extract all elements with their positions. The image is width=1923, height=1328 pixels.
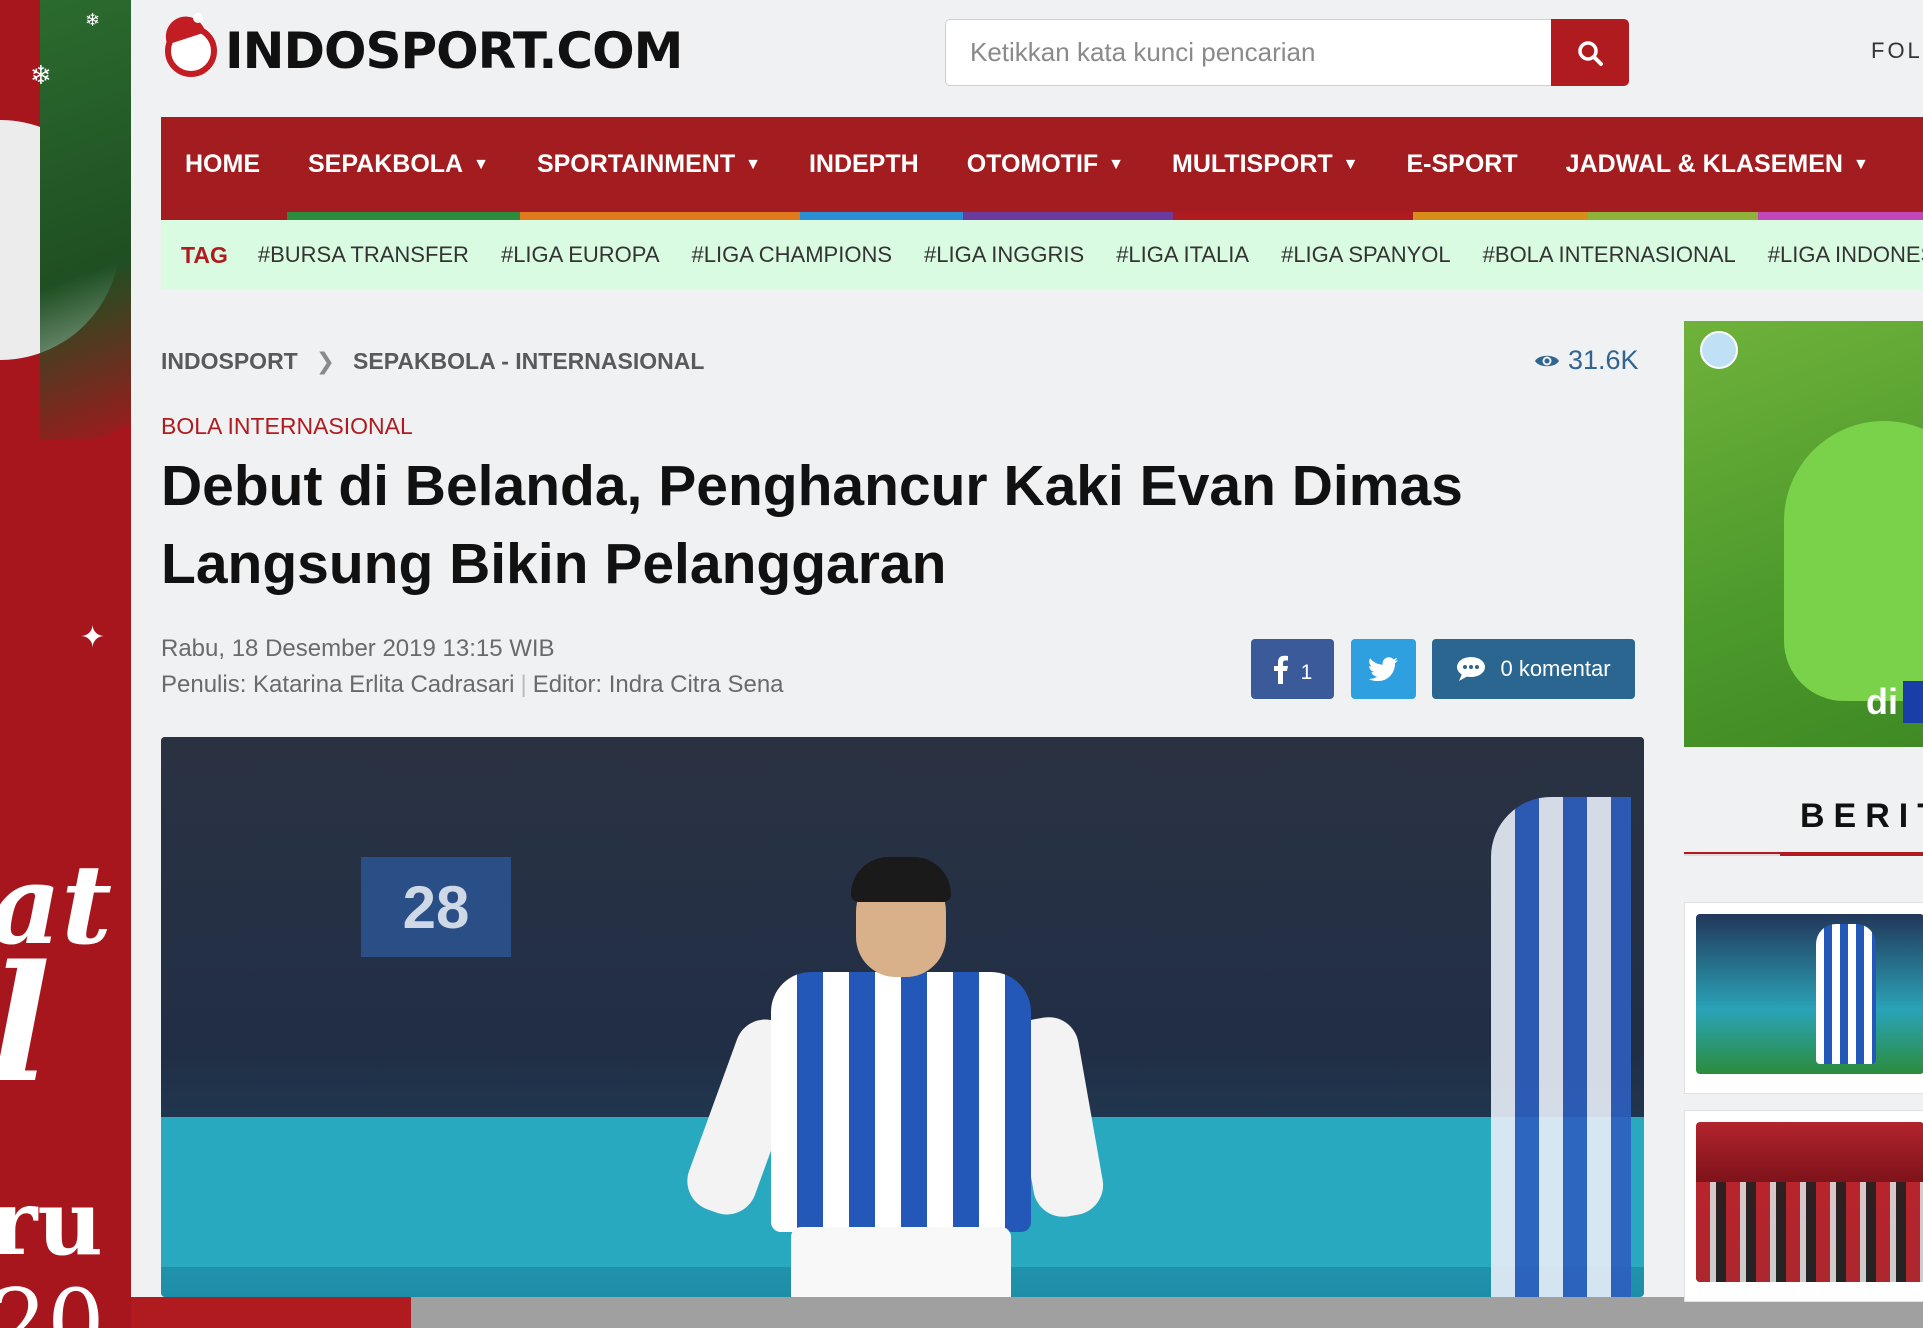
article-title: Debut di Belanda, Penghancur Kaki Evan D… <box>161 447 1581 603</box>
nav-label: OTOMOTIF <box>966 150 1099 178</box>
view-count: 31.6K <box>1534 345 1639 376</box>
caret-down-icon: ▼ <box>1342 155 1359 173</box>
caret-down-icon: ▼ <box>1852 155 1869 173</box>
snowflake-icon: ❄ <box>30 60 52 90</box>
facebook-share-button[interactable]: 1 <box>1251 639 1334 699</box>
thumbnail-crowd <box>1696 1182 1923 1282</box>
player-shorts <box>791 1227 1011 1297</box>
article-hero-image: 28 <box>161 737 1644 1297</box>
title-line: Debut di Belanda, Penghancur Kaki Evan D… <box>161 454 1463 518</box>
player-hair <box>851 857 951 902</box>
other-player-figure <box>1491 797 1631 1297</box>
nav-label: SEPAKBOLA <box>308 150 464 178</box>
tag-link[interactable]: #LIGA EUROPA <box>485 242 676 268</box>
caret-down-icon: ▼ <box>745 155 761 173</box>
breadcrumb-home[interactable]: INDOSPORT <box>161 348 298 375</box>
search-input[interactable] <box>945 19 1551 86</box>
sparkle-icon: ✦ <box>80 621 106 654</box>
tag-link[interactable]: #LIGA CHAMPIONS <box>676 242 909 268</box>
nav-item-esport[interactable]: E-SPORT <box>1383 117 1542 212</box>
breadcrumb-section[interactable]: SEPAKBOLA - INTERNASIONAL <box>353 348 704 375</box>
christmas-skin-ad[interactable]: ❄ ❄ ✦ at l ru 20 <box>0 0 131 1328</box>
skin-script-text: l <box>0 930 51 1118</box>
tag-link[interactable]: #BOLA INTERNASIONAL <box>1467 242 1752 268</box>
search-bar <box>945 19 1629 86</box>
site-logo[interactable]: INDOSPORT.COM <box>165 13 683 80</box>
twitter-share-button[interactable] <box>1351 639 1416 699</box>
search-button[interactable] <box>1551 19 1629 86</box>
view-count-value: 31.6K <box>1568 345 1639 375</box>
nav-label: SPORTAINMENT <box>536 150 736 178</box>
nav-item-jadwal-klasemen[interactable]: JADWAL & KLASEMEN ▼ <box>1542 117 1893 212</box>
follow-label[interactable]: FOL <box>1871 38 1923 64</box>
logo-text: INDOSPORT.COM <box>225 22 683 80</box>
skin-script-text: 20 <box>0 1270 105 1328</box>
sidebar-ad-banner[interactable]: di <box>1684 321 1923 747</box>
sidebar-section-title: BERIT <box>1800 797 1923 835</box>
nav-item-multisport[interactable]: MULTISPORT ▼ <box>1148 117 1382 212</box>
chevron-right-icon: ❯ <box>315 348 336 374</box>
comment-count-label: 0 komentar <box>1500 656 1611 681</box>
publish-date: Rabu, 18 Desember 2019 13:15 WIB <box>161 635 555 662</box>
breadcrumb: INDOSPORT ❯ SEPAKBOLA - INTERNASIONAL <box>161 348 704 375</box>
pine-branch-decoration <box>40 0 131 440</box>
player-figure <box>678 857 1131 1297</box>
nav-item-otomotif[interactable]: OTOMOTIF ▼ <box>943 117 1148 212</box>
tag-link[interactable]: #LIGA SPANYOL <box>1265 242 1467 268</box>
sidebar-news-item[interactable] <box>1684 902 1923 1094</box>
caret-down-icon: ▼ <box>1108 155 1125 173</box>
editor-name[interactable]: Editor: Indra Citra Sena <box>533 671 784 698</box>
ad-text: di <box>1866 681 1898 722</box>
nav-label: E-SPORT <box>1406 150 1518 178</box>
nav-label: JADWAL & KLASEMEN <box>1565 150 1843 178</box>
tag-link[interactable]: #BURSA TRANSFER <box>242 242 485 268</box>
twitter-icon <box>1368 657 1398 681</box>
thumbnail-player <box>1816 924 1876 1064</box>
tag-link[interactable]: #LIGA ITALIA <box>1100 242 1265 268</box>
nav-item-home[interactable]: HOME <box>161 117 284 212</box>
bottom-bar-accent <box>131 1297 411 1328</box>
player-shirt <box>771 972 1031 1232</box>
comment-button[interactable]: 0 komentar <box>1432 639 1635 699</box>
nav-item-indepth[interactable]: INDEPTH <box>785 117 943 212</box>
tag-link[interactable]: #LIGA INDONESIA <box>1752 242 1923 268</box>
ad-brand-block <box>1903 681 1923 723</box>
snowflake-icon: ❄ <box>85 10 101 30</box>
news-thumbnail[interactable] <box>1696 1122 1923 1282</box>
search-icon <box>1578 40 1603 66</box>
news-thumbnail[interactable] <box>1696 914 1923 1074</box>
sidebar-news-item[interactable] <box>1684 1110 1923 1302</box>
section-underline <box>1684 852 1923 856</box>
ad-player-figure <box>1784 421 1923 701</box>
writer-name[interactable]: Penulis: Katarina Erlita Cadrasari <box>161 671 515 698</box>
tag-bar: TAG #BURSA TRANSFER #LIGA EUROPA #LIGA C… <box>161 220 1923 290</box>
title-line: Langsung Bikin Pelanggaran <box>161 532 947 596</box>
nav-color-stripes <box>161 212 1923 220</box>
nav-label: HOME <box>185 150 260 178</box>
divider: | <box>520 671 527 698</box>
tag-link[interactable]: #LIGA INGGRIS <box>908 242 1100 268</box>
article-authors: Penulis: Katarina Erlita Cadrasari | Edito… <box>161 671 784 699</box>
nav-item-sepakbola[interactable]: SEPAKBOLA ▼ <box>284 117 513 212</box>
facebook-share-count: 1 <box>1300 661 1313 684</box>
skin-script-text: ru <box>0 1170 103 1276</box>
stadium-board: 28 <box>361 857 511 957</box>
nav-label: INDEPTH <box>808 150 919 178</box>
bottom-sticky-bar[interactable] <box>131 1297 1923 1328</box>
facebook-icon <box>1273 655 1288 684</box>
caret-down-icon: ▼ <box>473 155 489 173</box>
club-crest-icon <box>1700 331 1738 369</box>
nav-label: MULTISPORT <box>1172 150 1333 178</box>
nav-item-sportainment[interactable]: SPORTAINMENT ▼ <box>513 117 785 212</box>
main-navigation: HOME SEPAKBOLA ▼ SPORTAINMENT ▼ INDEPTH OT… <box>161 117 1923 212</box>
tag-label: TAG <box>181 241 228 268</box>
article-category[interactable]: BOLA INTERNASIONAL <box>161 413 413 440</box>
logo-mark-icon <box>165 13 217 77</box>
eye-icon <box>1535 355 1559 366</box>
comment-bubble-icon <box>1457 657 1486 681</box>
